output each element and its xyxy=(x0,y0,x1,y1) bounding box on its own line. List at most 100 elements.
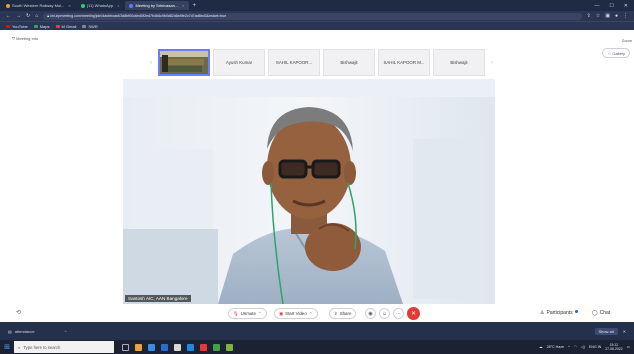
video-off-icon: ▣ xyxy=(279,310,284,316)
new-tab-button[interactable]: + xyxy=(193,3,197,9)
participants-button[interactable]: ♙ Participants xyxy=(540,309,578,316)
weather-icon[interactable]: ☁ xyxy=(539,345,543,349)
chevron-up-icon[interactable]: ^ xyxy=(65,329,67,334)
participant-thumbnail[interactable]: Bishwajit xyxy=(323,49,375,76)
more-dots-icon: ⋯ xyxy=(396,310,401,317)
notifications-icon[interactable]: ▭ xyxy=(627,345,630,349)
start-video-button[interactable]: ▣ Start Video ⌃ xyxy=(274,308,318,319)
network-icon[interactable]: ◠ xyxy=(574,345,577,349)
reactions-button[interactable]: ☺ xyxy=(379,308,390,319)
smiley-icon: ☺ xyxy=(381,310,388,317)
minimize-button[interactable]: — xyxy=(594,3,599,9)
gallery-view-button[interactable]: ⇔ Gallery xyxy=(602,48,630,58)
zoom-icon xyxy=(129,3,134,8)
taskbar-pinned-apps xyxy=(122,343,233,351)
chat-label: Chat xyxy=(599,310,611,316)
whatsapp-icon xyxy=(80,3,85,8)
weather-text: 28°C Haze xyxy=(546,345,565,349)
thumbnails-next-arrow-icon[interactable]: › xyxy=(488,60,496,66)
bookmark-label: Maps xyxy=(39,23,50,29)
participant-thumbnail[interactable]: Bishwajit xyxy=(433,49,485,76)
tray-chevron-icon[interactable]: ^ xyxy=(568,345,570,349)
participants-badge xyxy=(574,309,578,313)
file-icon: ▤ xyxy=(8,328,12,334)
tab-label: (11) WhatsApp xyxy=(86,3,114,8)
chat-bubble-icon: ◯ xyxy=(592,310,598,316)
bookmark-label: YouTube xyxy=(12,23,28,29)
task-view-icon[interactable] xyxy=(122,343,129,351)
store-icon[interactable] xyxy=(174,343,181,351)
chrome-icon[interactable] xyxy=(200,343,207,351)
bookmark-swr[interactable]: SWR xyxy=(82,24,98,29)
outlook-icon[interactable] xyxy=(187,343,194,351)
audio-settings-icon[interactable]: ⟲ xyxy=(16,309,21,316)
home-icon[interactable]: ⌂ xyxy=(35,13,38,19)
chevron-up-icon[interactable]: ⌃ xyxy=(309,311,313,317)
participant-thumbnail-strip: ‹ Ayush Kumar SAHIL KAPOOR... Bishwajit … xyxy=(147,47,496,78)
browser-tab[interactable]: (11) WhatsApp × xyxy=(77,1,124,10)
edge-icon[interactable] xyxy=(148,343,155,351)
gmail-icon xyxy=(55,24,60,28)
more-options-button[interactable]: ⋯ xyxy=(393,308,404,319)
tab-label: Meeting by Srinivasan... xyxy=(135,3,179,8)
start-video-label: Start Video xyxy=(285,311,307,316)
bookmark-youtube[interactable]: YouTube xyxy=(6,24,28,29)
microphone-muted-icon: 🎙︎ xyxy=(233,310,239,316)
participant-thumbnail[interactable]: SAHIL KAPOOR M... xyxy=(378,49,430,76)
mail-icon[interactable] xyxy=(161,343,168,351)
participant-thumbnail[interactable]: SAHIL KAPOOR... xyxy=(268,49,320,76)
address-bar-actions: ⇪ ☆ ▣ ● ⋮ xyxy=(587,13,628,19)
volume-icon[interactable]: ◁) xyxy=(581,345,585,349)
participant-thumbnail-video[interactable] xyxy=(158,49,210,76)
bookmark-gmail[interactable]: M Gmail xyxy=(55,24,76,29)
forward-arrow-icon[interactable]: → xyxy=(16,13,21,19)
maximize-button[interactable]: ☐ xyxy=(609,3,613,9)
browser-tab[interactable]: South Western Railway Mul... × xyxy=(2,1,75,10)
chevron-up-icon[interactable]: ⌃ xyxy=(258,311,262,317)
app-icon[interactable] xyxy=(226,343,233,351)
download-item[interactable]: ▤ attendance xyxy=(8,329,35,334)
youtube-icon xyxy=(6,24,10,28)
thumbnails-prev-arrow-icon[interactable]: ‹ xyxy=(147,60,155,66)
tab-close-icon[interactable]: × xyxy=(117,3,119,8)
downloads-bar: ▤ attendance ^ Show all ✕ xyxy=(0,322,634,340)
browser-tab-active[interactable]: Meeting by Srinivasan... × xyxy=(125,1,189,10)
show-all-downloads-button[interactable]: Show all xyxy=(594,327,618,335)
active-speaker-video: Santosh AIC, AAN Bangalore xyxy=(123,79,495,304)
speaker-video-frame xyxy=(123,79,495,304)
profile-icon[interactable]: ● xyxy=(615,13,618,19)
bookmark-star-icon[interactable]: ☆ xyxy=(596,13,600,19)
share-page-icon[interactable]: ⇪ xyxy=(587,13,591,19)
participants-icon: ♙ xyxy=(540,310,545,316)
participants-label: Participants xyxy=(546,310,573,316)
windows-start-icon[interactable]: ⊞ xyxy=(0,343,14,351)
browser-menu-icon[interactable]: ⋮ xyxy=(623,13,628,19)
taskbar-search-box[interactable]: ⌕ Type here to search xyxy=(14,341,114,353)
system-tray: ☁ 28°C Haze ^ ◠ ◁) ENG IN 15:12 27-06-20… xyxy=(539,343,634,351)
close-window-button[interactable]: ✕ xyxy=(624,3,628,9)
url-field[interactable]: 🔒︎ iml.zipmeeting.com/meeting/join/dashb… xyxy=(43,12,582,20)
back-arrow-icon[interactable]: ← xyxy=(6,13,11,19)
participant-thumbnail[interactable]: Ayush Kumar xyxy=(213,49,265,76)
taskbar-clock[interactable]: 15:12 27-06-2022 xyxy=(605,343,622,351)
bookmark-maps[interactable]: Maps xyxy=(33,23,50,29)
excel-icon[interactable] xyxy=(213,343,220,351)
extensions-icon[interactable]: ▣ xyxy=(605,13,610,19)
file-explorer-icon[interactable] xyxy=(135,343,142,351)
tab-close-icon[interactable]: × xyxy=(182,3,184,8)
chat-button[interactable]: ◯ Chat xyxy=(592,310,610,316)
bookmarks-bar: YouTube Maps M Gmail SWR xyxy=(0,21,634,30)
tab-close-icon[interactable]: × xyxy=(68,3,70,8)
close-downloads-icon[interactable]: ✕ xyxy=(623,329,626,334)
leave-meeting-button[interactable]: ✕ xyxy=(407,307,420,320)
window-controls: — ☐ ✕ xyxy=(594,3,634,9)
address-bar-row: ← → ↻ ⌂ 🔒︎ iml.zipmeeting.com/meeting/jo… xyxy=(0,11,634,21)
record-button[interactable]: ◉ xyxy=(365,308,376,319)
share-screen-button[interactable]: ⇪ Share xyxy=(329,308,357,319)
meeting-info-label: Meeting Info xyxy=(16,36,39,41)
unmute-button[interactable]: 🎙︎ Unmute ⌃ xyxy=(228,308,267,319)
language-indicator[interactable]: ENG IN xyxy=(589,345,601,349)
reload-icon[interactable]: ↻ xyxy=(26,13,30,19)
browser-tab-strip: South Western Railway Mul... × (11) What… xyxy=(0,0,634,11)
meeting-info-button[interactable]: ⛉ Meeting Info xyxy=(12,36,38,41)
